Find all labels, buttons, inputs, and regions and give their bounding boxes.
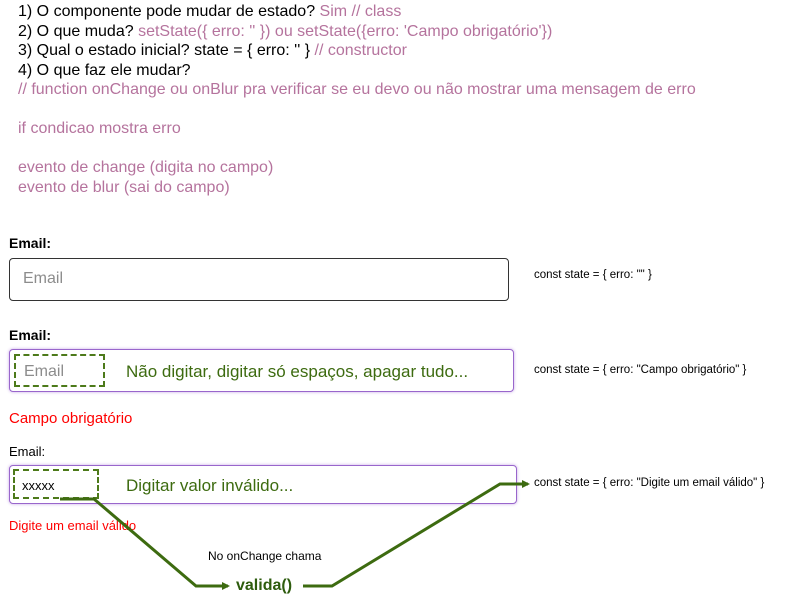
flow-arrows — [60, 480, 530, 590]
arrow-input-to-valida — [60, 497, 230, 590]
arrow-valida-to-state — [303, 480, 530, 588]
